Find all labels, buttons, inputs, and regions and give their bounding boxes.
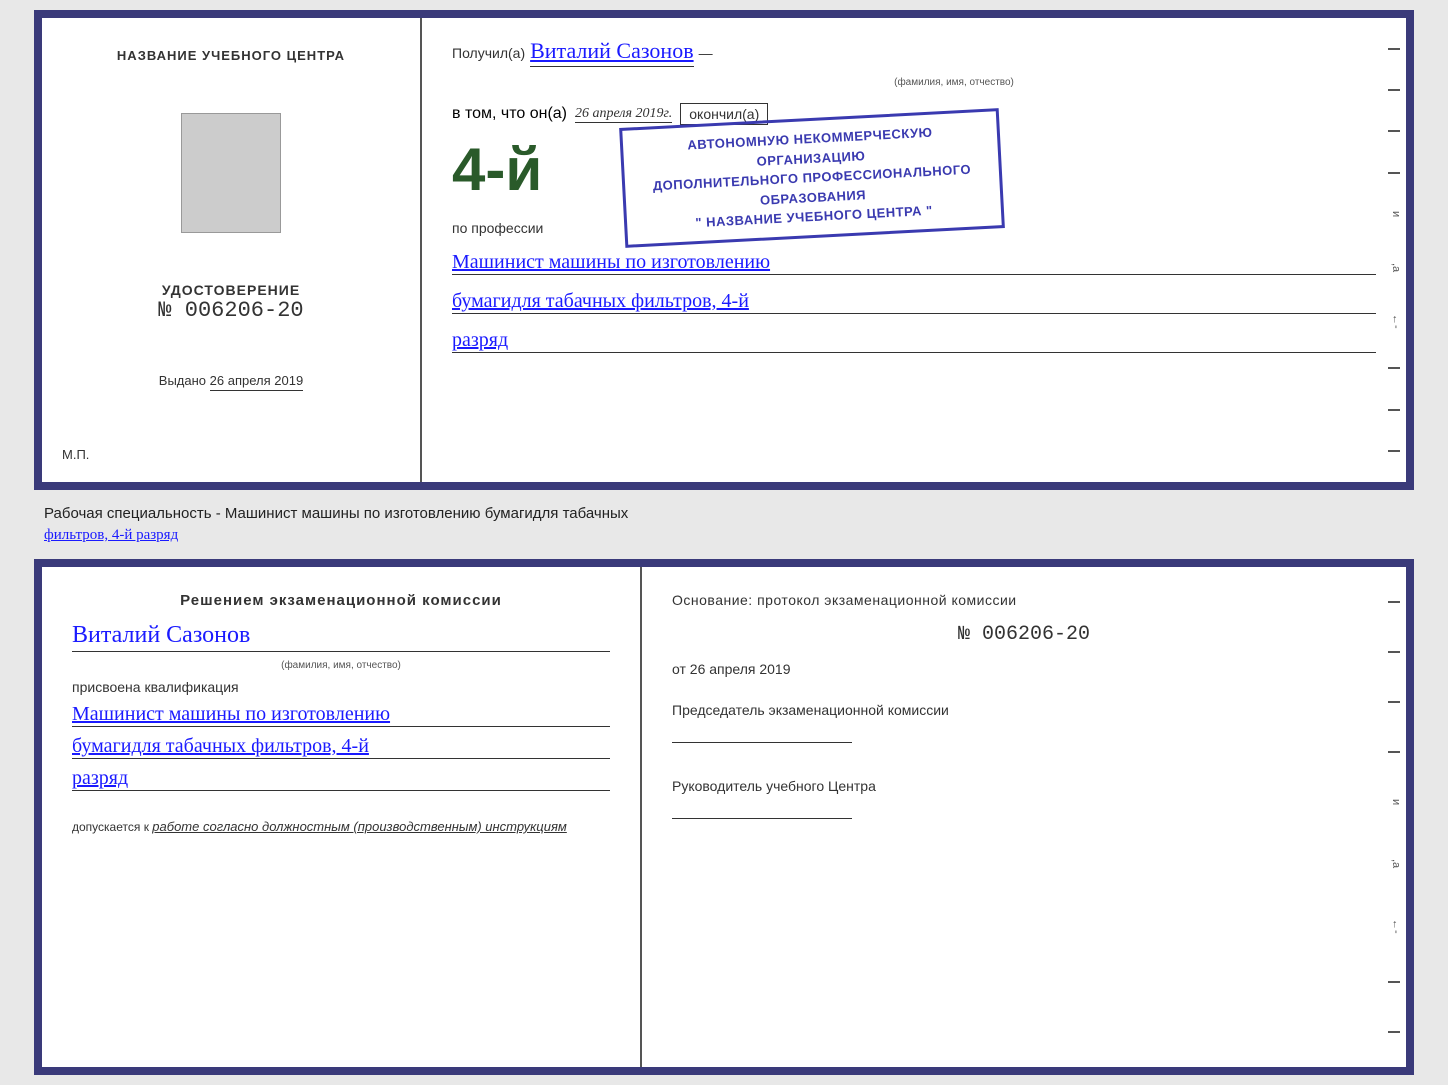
recipient-fio: Виталий Сазонов (530, 38, 693, 67)
deco-line (1388, 1031, 1400, 1033)
profession-line3: разряд (452, 329, 1376, 353)
middle-text-line2: фильтров, 4-й разряд (44, 527, 178, 543)
rukovoditel-block: Руководитель учебного Центра (672, 778, 1376, 824)
fio-subtitle-top: (фамилия, имя, отчество) (532, 77, 1376, 88)
side-text-l2: ←- (1390, 919, 1402, 935)
completion-date: 26 апреля 2019г. (575, 106, 672, 123)
dash: — (699, 45, 713, 61)
cert-bottom-right-panel: Основание: протокол экзаменационной коми… (642, 567, 1406, 1067)
vtom-label: в том, что он(а) (452, 105, 567, 123)
deco-line (1388, 751, 1400, 753)
dopuskaetsya-block: допускается к работе согласно должностны… (72, 819, 610, 834)
deco-line (1388, 601, 1400, 603)
top-certificate: НАЗВАНИЕ УЧЕБНОГО ЦЕНТРА УДОСТОВЕРЕНИЕ №… (34, 10, 1414, 490)
bottom-right-decoration: и ,а ←- (1386, 567, 1406, 1067)
middle-text-line1: Рабочая специальность - Машинист машины … (44, 505, 628, 522)
mp-label: М.П. (62, 447, 89, 462)
poluchil-line: Получил(а) Виталий Сазонов — (452, 38, 1376, 67)
udostoverenie-label: УДОСТОВЕРЕНИЕ (158, 282, 303, 298)
osnovanie-label: Основание: протокол экзаменационной коми… (672, 592, 1376, 608)
course-number: 4-й (452, 140, 542, 200)
bottom-fio-subtitle: (фамилия, имя, отчество) (72, 660, 610, 671)
middle-text-block: Рабочая специальность - Машинист машины … (34, 498, 1414, 551)
bottom-profession1: Машинист машины по изготовлению (72, 703, 610, 727)
cert-number-block: УДОСТОВЕРЕНИЕ № 006206-20 (158, 282, 303, 323)
deco-line (1388, 367, 1400, 369)
deco-line (1388, 701, 1400, 703)
deco-line (1388, 651, 1400, 653)
predsedatel-block: Председатель экзаменационной комиссии (672, 702, 1376, 748)
deco-line (1388, 450, 1400, 452)
prisvoena-label: присвоена квалификация (72, 679, 610, 695)
rukovoditel-label: Руководитель учебного Центра (672, 778, 1376, 794)
deco-line (1388, 172, 1400, 174)
stamp-box: АВТОНОМНУЮ НЕКОММЕРЧЕСКУЮ ОРГАНИЗАЦИЮ ДО… (619, 108, 1005, 247)
right-decoration: и ,а ←- (1386, 18, 1406, 482)
bottom-cert-number: № 006206-20 (672, 623, 1376, 646)
side-text-i: и (1390, 211, 1402, 227)
cert-right-panel: Получил(а) Виталий Сазонов — (фамилия, и… (422, 18, 1406, 482)
profession-line2: бумагидля табачных фильтров, 4-й (452, 290, 1376, 314)
ot-date: 26 апреля 2019 (690, 661, 791, 677)
cert-number: № 006206-20 (158, 298, 303, 323)
profession-line1: Машинист машины по изготовлению (452, 251, 1376, 275)
cert-photo (181, 113, 281, 233)
vydano-date: 26 апреля 2019 (210, 373, 304, 391)
deco-line (1388, 409, 1400, 411)
bottom-profession3: разряд (72, 767, 610, 791)
deco-line (1388, 981, 1400, 983)
vydano-label: Выдано (159, 373, 206, 388)
predsedatel-label: Председатель экзаменационной комиссии (672, 702, 1376, 718)
rukovoditel-signature-line (672, 799, 852, 819)
predsedatel-signature-line (672, 723, 852, 743)
dopuskaetsya-label: допускается к (72, 820, 149, 834)
bottom-certificate: Решением экзаменационной комиссии Витали… (34, 559, 1414, 1075)
side-text-l: ←- (1390, 314, 1402, 330)
deco-line (1388, 130, 1400, 132)
ot-line: от 26 апреля 2019 (672, 661, 1376, 677)
poluchil-label: Получил(а) (452, 45, 525, 61)
vydano-block: Выдано 26 апреля 2019 (159, 373, 303, 388)
cert-title: НАЗВАНИЕ УЧЕБНОГО ЦЕНТРА (117, 48, 345, 63)
dopusk-text: работе согласно должностным (производств… (152, 819, 567, 834)
cert-bottom-left-panel: Решением экзаменационной комиссии Витали… (42, 567, 642, 1067)
deco-line (1388, 48, 1400, 50)
deco-line (1388, 89, 1400, 91)
ot-label: от (672, 661, 686, 677)
bottom-fio: Виталий Сазонов (72, 622, 610, 652)
resheniyem-label: Решением экзаменационной комиссии (72, 592, 610, 609)
side-text-a2: ,а (1390, 859, 1402, 875)
side-text-i2: и (1390, 799, 1402, 815)
side-text-a: ,а (1390, 263, 1402, 279)
bottom-profession2: бумагидля табачных фильтров, 4-й (72, 735, 610, 759)
cert-left-panel: НАЗВАНИЕ УЧЕБНОГО ЦЕНТРА УДОСТОВЕРЕНИЕ №… (42, 18, 422, 482)
